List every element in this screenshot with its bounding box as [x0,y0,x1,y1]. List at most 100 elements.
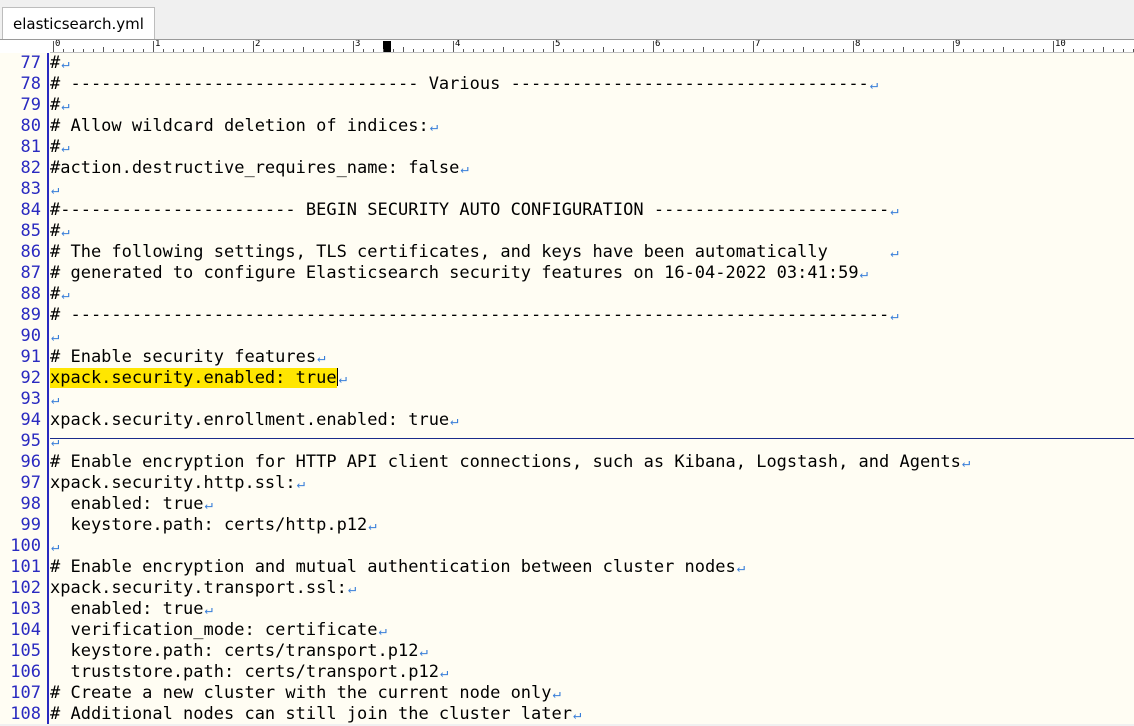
code-line[interactable]: 88 #↵ [0,284,1134,305]
code-line[interactable]: 89 # ------------------------------------… [0,305,1134,326]
line-number: 97 [20,473,41,493]
line-text: # Enable security features↵ [50,347,326,369]
code-line[interactable]: 105 keystore.path: certs/transport.p12↵ [0,641,1134,662]
code-line[interactable]: 80 # Allow wildcard deletion of indices:↵ [0,116,1134,137]
ruler-tick [493,49,494,52]
code-line[interactable]: 82 #action.destructive_requires_name: fal… [0,158,1134,179]
code-line[interactable]: 108 # Additional nodes can still join the… [0,704,1134,725]
code-line[interactable]: 103 enabled: true↵ [0,599,1134,620]
line-number: 108 [10,704,41,724]
code-line[interactable]: 83 ↵ [0,179,1134,200]
line-break-icon: ↵ [204,602,213,618]
ruler-tick [923,49,924,52]
line-break-icon: ↵ [61,98,70,114]
line-number: 86 [20,242,41,262]
ruler-tick [303,47,304,52]
line-number: 100 [10,536,41,556]
code-line[interactable]: 85 #↵ [0,221,1134,242]
line-text: # ---------------------------------- Var… [50,74,878,96]
code-line[interactable]: 102 xpack.security.transport.ssl:↵ [0,578,1134,599]
line-break-icon: ↵ [961,455,971,471]
ruler-tick [363,49,364,52]
column-ruler: 0 1 2 3 4 5 6 7 8 9 10 [50,39,1134,53]
line-number: 95 [20,431,41,451]
code-line[interactable]: 97 xpack.security.http.ssl:↵ [0,473,1134,494]
code-line[interactable]: 98 enabled: true↵ [0,494,1134,515]
line-break-icon: ↵ [204,497,213,513]
line-content: # The following settings, TLS certificat… [50,242,890,262]
code-line[interactable]: 99 keystore.path: certs/http.p12↵ [0,515,1134,536]
line-number: 94 [20,410,41,430]
text-editor[interactable]: 77 #↵ 78 # --------------------------------… [0,53,1134,724]
line-number: 87 [20,263,41,283]
ruler-tick [593,49,594,52]
code-line[interactable]: 86 # The following settings, TLS certific… [0,242,1134,263]
code-line[interactable]: 90 ↵ [0,326,1134,347]
ruler-tick [1043,49,1044,52]
ruler-tick [73,49,74,52]
ruler-tick [1123,49,1124,52]
line-number: 90 [20,326,41,346]
line-text: truststore.path: certs/transport.p12↵ [50,662,448,684]
ruler-tick [1033,49,1034,52]
code-line[interactable]: 106 truststore.path: certs/transport.p12… [0,662,1134,683]
ruler-tick [1083,49,1084,52]
line-text: # Allow wildcard deletion of indices:↵ [50,116,438,138]
line-content: # --------------------------------------… [50,305,890,325]
code-line[interactable]: 87 # generated to configure Elasticsearch… [0,263,1134,284]
line-text: xpack.security.enrollment.enabled: true↵ [50,410,459,432]
ruler-label: 9 [955,39,961,49]
ruler-tick [613,49,614,52]
code-line[interactable]: 78 # ---------------------------------- V… [0,74,1134,95]
line-break-icon: ↵ [869,77,879,93]
ruler-tick [1113,49,1114,52]
ruler-label: 8 [855,39,861,49]
line-text: #↵ [50,284,70,306]
line-break-icon: ↵ [368,518,377,534]
ruler-tick [813,49,814,52]
ruler-label: 1 [155,39,161,49]
code-line[interactable]: 104 verification_mode: certificate↵ [0,620,1134,641]
line-content: # ---------------------------------- Var… [50,74,869,94]
code-line[interactable]: 79 #↵ [0,95,1134,116]
ruler-tick [633,49,634,52]
ruler-tick [943,49,944,52]
code-line[interactable]: 91 # Enable security features↵ [0,347,1134,368]
line-content: keystore.path: certs/http.p12 [50,515,368,535]
line-break-icon: ↵ [439,665,449,681]
line-break-icon: ↵ [890,245,899,261]
code-line[interactable]: 95 ↵ [0,431,1134,452]
ruler-tick [183,49,184,52]
file-tab[interactable]: elasticsearch.yml [2,7,155,39]
code-line[interactable]: 93 ↵ [0,389,1134,410]
line-text: # Create a new cluster with the current … [50,683,561,705]
ruler-tick [193,49,194,52]
line-break-icon: ↵ [61,287,70,303]
line-content: truststore.path: certs/transport.p12 [50,662,439,682]
code-line[interactable]: 81 #↵ [0,137,1134,158]
line-break-icon: ↵ [51,539,60,555]
line-content: # generated to configure Elasticsearch s… [50,263,859,283]
code-line[interactable]: 94 xpack.security.enrollment.enabled: tru… [0,410,1134,431]
code-line[interactable]: 107 # Create a new cluster with the curre… [0,683,1134,704]
line-break-icon: ↵ [317,350,326,366]
ruler-tick [163,49,164,52]
line-content: xpack.security.http.ssl: [50,473,296,493]
line-break-icon: ↵ [552,686,561,702]
code-line[interactable]: 84 #----------------------- BEGIN SECURIT… [0,200,1134,221]
code-line[interactable]: 96 # Enable encryption for HTTP API clien… [0,452,1134,473]
line-break-icon: ↵ [572,707,582,723]
ruler-tick [1093,49,1094,52]
ruler-corner [0,39,50,54]
code-line[interactable]: 92 xpack.security.enabled: true ↵ [0,368,1134,389]
line-break-icon: ↵ [450,413,459,429]
code-line[interactable]: 101 # Enable encryption and mutual authen… [0,557,1134,578]
line-number: 96 [20,452,41,472]
code-line[interactable]: 77 #↵ [0,53,1134,74]
line-content: xpack.security.transport.ssl: [50,578,347,598]
code-line[interactable]: 100 ↵ [0,536,1134,557]
ruler-tick [963,49,964,52]
ruler-cursor-marker [383,41,391,52]
line-content: enabled: true [50,494,204,514]
ruler-tick [713,49,714,52]
